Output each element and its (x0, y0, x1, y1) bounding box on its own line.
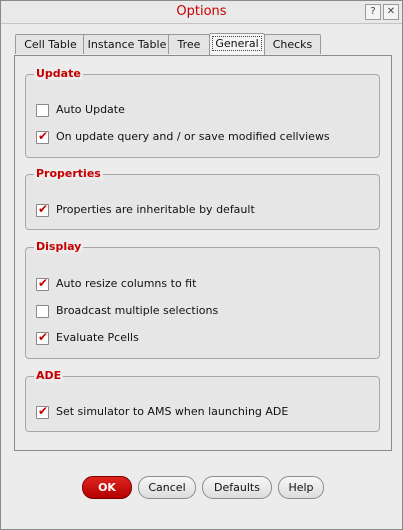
checkbox-label: Auto resize columns to fit (56, 277, 197, 290)
defaults-button[interactable]: Defaults (202, 476, 272, 499)
tab-label: General (212, 36, 262, 51)
tab-label: Instance Table (87, 38, 167, 51)
ok-button[interactable]: OK (82, 476, 132, 499)
title-bar[interactable]: Options ? ✕ (1, 1, 402, 24)
checkbox-label: Evaluate Pcells (56, 331, 139, 344)
window-title: Options (176, 4, 227, 19)
checkmark-icon: ✔ (38, 129, 49, 143)
checkbox-label: On update query and / or save modified c… (56, 130, 330, 143)
checkbox-box[interactable]: ✔ (36, 305, 49, 318)
properties-group: Properties ✔ Properties are inheritable … (25, 167, 380, 230)
checkbox-box[interactable]: ✔ (36, 129, 49, 144)
ade-group-title: ADE (34, 369, 64, 382)
tab-tree[interactable]: Tree (168, 34, 210, 54)
ade-group: ADE ✔ Set simulator to AMS when launchin… (25, 369, 380, 432)
update-group-title: Update (34, 67, 83, 80)
tab-label: Cell Table (24, 38, 77, 51)
display-group-title: Display (34, 240, 84, 253)
checkbox-label: Auto Update (56, 103, 125, 116)
tab-instance-table[interactable]: Instance Table (83, 34, 171, 54)
options-dialog: Options ? ✕ Cell Table Instance Table Tr… (0, 0, 403, 530)
checkbox-label: Broadcast multiple selections (56, 304, 219, 317)
tab-general[interactable]: General (209, 33, 265, 55)
checkbox-box[interactable]: ✔ (36, 104, 49, 117)
tab-cell-table[interactable]: Cell Table (15, 34, 86, 54)
checkmark-icon: ✔ (38, 330, 49, 344)
tab-checks[interactable]: Checks (264, 34, 321, 54)
display-group: Display ✔ Auto resize columns to fit ✔ B… (25, 240, 380, 359)
cancel-button[interactable]: Cancel (138, 476, 196, 499)
help-button[interactable]: Help (278, 476, 324, 499)
properties-group-title: Properties (34, 167, 103, 180)
help-icon[interactable]: ? (365, 4, 381, 20)
tab-label: Checks (272, 38, 313, 51)
checkmark-icon: ✔ (38, 202, 49, 216)
checkbox-box[interactable]: ✔ (36, 276, 49, 291)
checkmark-icon: ✔ (38, 276, 49, 290)
tab-label: Tree (177, 38, 201, 51)
checkbox-box[interactable]: ✔ (36, 404, 49, 419)
checkmark-icon: ✔ (38, 404, 49, 418)
checkbox-label: Set simulator to AMS when launching ADE (56, 405, 289, 418)
checkbox-box[interactable]: ✔ (36, 202, 49, 217)
general-panel: Update ✔ Auto Update ✔ On update query a… (14, 55, 392, 451)
update-group: Update ✔ Auto Update ✔ On update query a… (25, 67, 380, 158)
checkbox-box[interactable]: ✔ (36, 330, 49, 345)
checkbox-label: Properties are inheritable by default (56, 203, 255, 216)
close-icon[interactable]: ✕ (383, 4, 399, 20)
